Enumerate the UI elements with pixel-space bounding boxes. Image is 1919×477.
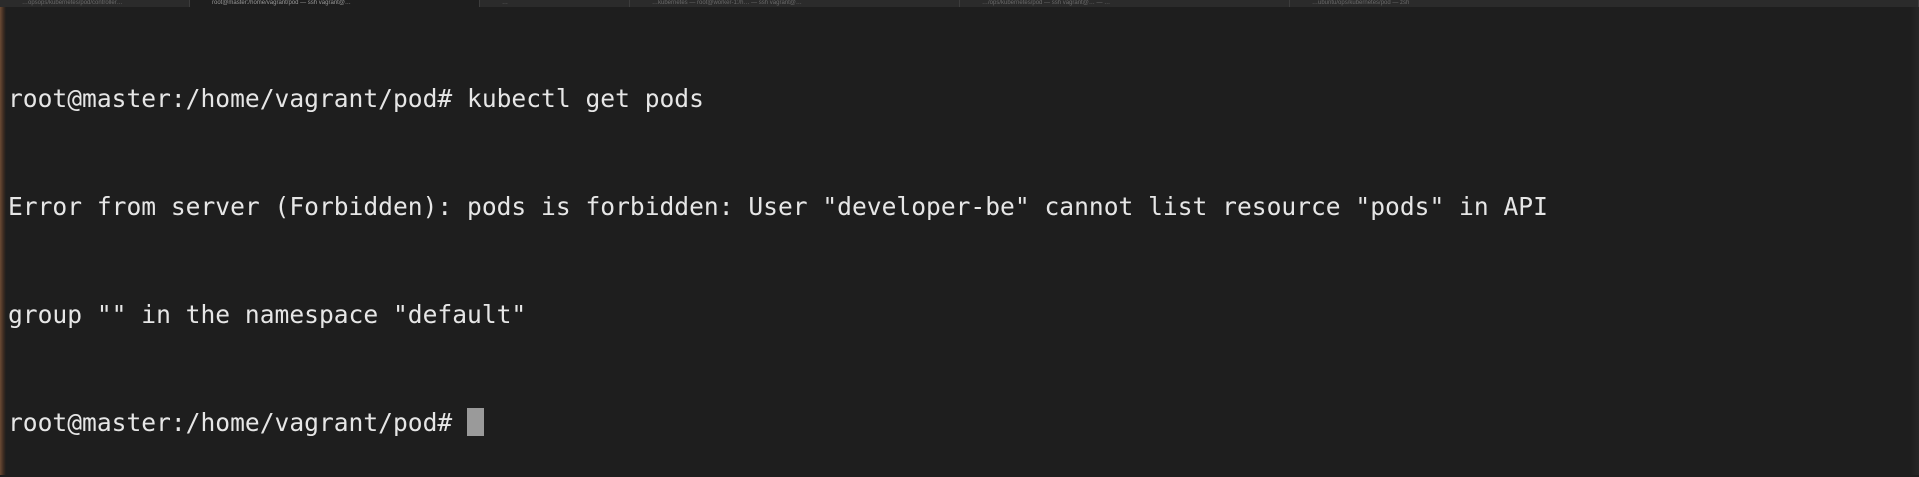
window-right-edge: [1910, 7, 1919, 475]
tab-3[interactable]: …: [480, 0, 630, 7]
terminal-output[interactable]: root@master:/home/vagrant/pod# kubectl g…: [8, 9, 1908, 469]
error-line-1: Error from server (Forbidden): pods is f…: [8, 192, 1548, 221]
tab-1[interactable]: …opsops/kubernetes/pod/controller…: [0, 0, 190, 7]
tab-5[interactable]: …/ops/kubernetes/pod — ssh vagrant@… — …: [960, 0, 1290, 7]
tab-2-active[interactable]: root@master:/home/vagrant/pod — ssh vagr…: [190, 0, 480, 7]
prompt-line: root@master:/home/vagrant/pod#: [8, 405, 1908, 441]
tab-6[interactable]: …ubuntu/ops/kubernetes/pod — zsh: [1290, 0, 1919, 7]
text-cursor: [467, 408, 485, 436]
tab-4[interactable]: …kubernetes — root@worker-1:/h… — ssh va…: [630, 0, 960, 7]
terminal-tab-bar: …opsops/kubernetes/pod/controller… root@…: [0, 0, 1919, 7]
command-line: root@master:/home/vagrant/pod# kubectl g…: [8, 84, 704, 113]
prompt-text: root@master:/home/vagrant/pod#: [8, 408, 453, 437]
window-left-edge: [0, 7, 6, 475]
error-line-2: group "" in the namespace "default": [8, 300, 527, 329]
